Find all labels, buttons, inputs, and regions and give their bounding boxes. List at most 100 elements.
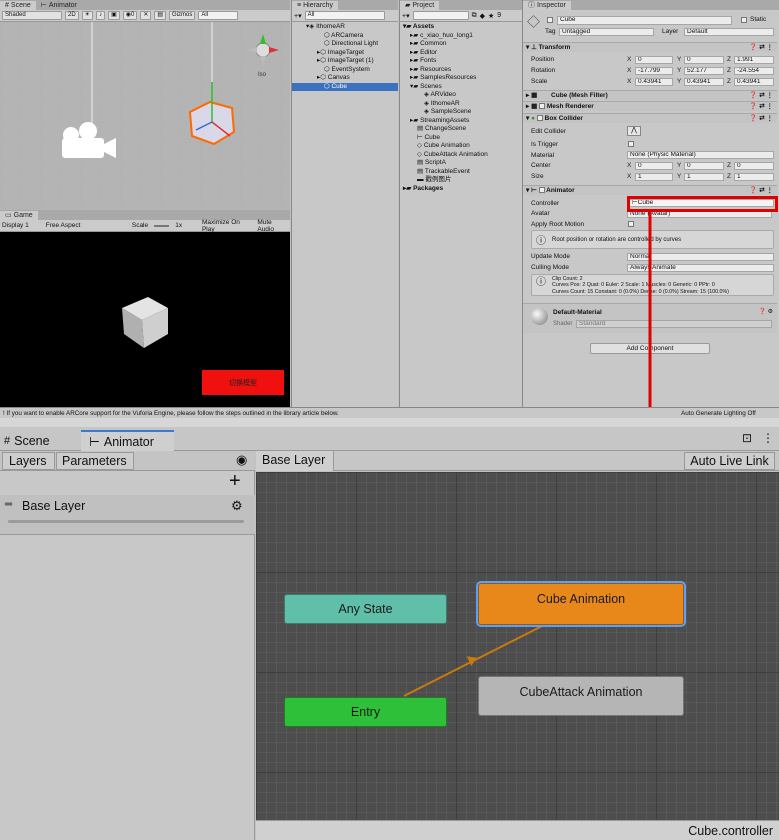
project-asset[interactable]: ▬ 戳例图片 — [400, 176, 522, 185]
cubeattack-animation-node[interactable]: CubeAttack Animation — [478, 676, 684, 716]
scale-z-field[interactable]: 0.43941 — [734, 78, 774, 86]
eye-icon[interactable]: ◉ — [236, 452, 247, 468]
size-z-field[interactable]: 1 — [734, 173, 774, 181]
project-asset[interactable]: ◇ CubeAttack Animation — [400, 151, 522, 160]
project-asset[interactable]: ⊢ Cube — [400, 134, 522, 143]
layers-tab[interactable]: Layers — [2, 452, 55, 470]
component-menu-icons[interactable]: ❓ ⇄ ⋮ — [749, 91, 773, 101]
box-collider-header[interactable]: ▾ ● Box Collider ❓ ⇄ ⋮ — [523, 113, 777, 123]
hierarchy-item[interactable]: ⬡ Directional Light — [292, 40, 398, 49]
controller-field[interactable]: ⊢Cube — [629, 199, 774, 207]
breadcrumb[interactable]: Base Layer — [256, 451, 335, 471]
project-folder[interactable]: ▸▰ SamplesResources — [400, 74, 522, 83]
tab-scene-large[interactable]: # Scene — [4, 432, 50, 449]
box-collider-enabled-checkbox[interactable] — [536, 115, 543, 122]
hierarchy-root[interactable]: ▾◈ IthomeAR — [292, 23, 398, 32]
component-menu-icons[interactable]: ❓ ⇄ ⋮ — [749, 114, 773, 124]
position-x-field[interactable]: 0 — [635, 56, 673, 64]
gizmos-dropdown[interactable]: Gizmos — [169, 11, 196, 20]
center-z-field[interactable]: 0 — [734, 162, 774, 170]
filter-icon[interactable]: ⧉ — [472, 12, 477, 20]
project-folder[interactable]: ▸▰ Editor — [400, 49, 522, 58]
state-machine-graph[interactable]: Any State Entry Cube Animation CubeAttac… — [256, 472, 779, 820]
star-icon[interactable]: ★ — [488, 12, 494, 20]
shading-dropdown[interactable]: Shaded — [2, 11, 62, 20]
layer-dropdown[interactable]: Default — [684, 28, 774, 36]
hierarchy-item[interactable]: ▸⬡ ImageTarget — [292, 49, 398, 58]
shader-dropdown[interactable]: Standard — [576, 320, 772, 328]
rotation-x-field[interactable]: -17.799 — [635, 67, 673, 75]
label-icon[interactable]: ◆ — [480, 12, 485, 20]
material-menu-icons[interactable]: ❓ ⚙ — [758, 308, 773, 315]
audio-icon[interactable]: ♪ — [96, 11, 106, 20]
hierarchy-search-input[interactable]: All — [304, 11, 385, 20]
project-folder[interactable]: ▸▰ Common — [400, 40, 522, 49]
entry-node[interactable]: Entry — [284, 697, 447, 727]
add-icon[interactable]: +▾ — [402, 12, 410, 20]
tab-project[interactable]: ▰ Project — [400, 1, 440, 10]
parameters-tab[interactable]: Parameters — [56, 452, 134, 470]
more-options-icon[interactable]: ⋮ — [762, 431, 774, 445]
animator-component-header[interactable]: ▾ ⊢ Animator ❓ ⇄ ⋮ — [523, 185, 777, 195]
center-x-field[interactable]: 0 — [635, 162, 673, 170]
tab-animator[interactable]: ⊢ Animator — [36, 1, 82, 10]
scene-viewport[interactable]: Iso — [0, 22, 290, 210]
scene-asset[interactable]: ◈ ARVideo — [400, 91, 522, 100]
tab-scene[interactable]: # Scene — [0, 1, 36, 10]
switch-model-button[interactable]: 切换模型 — [202, 370, 284, 395]
is-trigger-checkbox[interactable] — [628, 141, 634, 147]
layer-weight-bar[interactable] — [8, 520, 244, 523]
effects-icon[interactable]: ▣ — [108, 11, 120, 20]
project-asset[interactable]: ▤ ChangeScene — [400, 125, 522, 134]
status-bar[interactable]: ! If you want to enable ARCore support f… — [0, 407, 779, 418]
project-asset[interactable]: ▤ ScriptA — [400, 159, 522, 168]
auto-live-link-toggle[interactable]: Auto Live Link — [684, 452, 775, 470]
project-asset[interactable]: ▤ TrackableEvent — [400, 168, 522, 177]
2d-toggle[interactable]: 2D — [65, 11, 79, 20]
position-z-field[interactable]: 1.991 — [734, 56, 774, 64]
component-menu-icons[interactable]: ❓ ⇄ ⋮ — [749, 43, 773, 53]
aspect-dropdown[interactable]: Free Aspect — [46, 222, 126, 229]
mute-audio-toggle[interactable]: Mute Audio — [257, 219, 288, 233]
scene-search-input[interactable]: All — [198, 11, 239, 20]
project-folder[interactable]: ▸▰ c_xiao_huo_long1 — [400, 32, 522, 41]
edit-collider-button[interactable]: ⋀ — [627, 126, 641, 136]
size-x-field[interactable]: 1 — [635, 173, 673, 181]
rotation-y-field[interactable]: 52.177 — [684, 67, 724, 75]
cube-animation-node[interactable]: Cube Animation — [478, 583, 684, 625]
add-layer-icon[interactable]: + — [229, 471, 241, 491]
scene-asset[interactable]: ◈ IthomeAR — [400, 100, 522, 109]
packages-folder[interactable]: ▸▰ Packages — [400, 185, 522, 194]
display-dropdown[interactable]: Display 1 — [2, 222, 40, 229]
size-y-field[interactable]: 1 — [684, 173, 724, 181]
add-icon[interactable]: +▾ — [294, 12, 302, 20]
project-folder[interactable]: ▸▰ StreamingAssets — [400, 117, 522, 126]
transform-header[interactable]: ▾ ⊥ Transform ❓ ⇄ ⋮ — [523, 42, 777, 52]
rotation-z-field[interactable]: -24.554 — [734, 67, 774, 75]
component-menu-icons[interactable]: ❓ ⇄ ⋮ — [749, 186, 773, 196]
hierarchy-item[interactable]: ▸⬡ ImageTarget (1) — [292, 57, 398, 66]
project-folder[interactable]: ▸▰ Fonts — [400, 57, 522, 66]
component-menu-icons[interactable]: ❓ ⇄ ⋮ — [749, 102, 773, 112]
layer-settings-gear-icon[interactable]: ⚙ — [231, 498, 243, 514]
object-name-field[interactable]: Cube — [557, 16, 732, 25]
scene-asset[interactable]: ◈ SampleScene — [400, 108, 522, 117]
hierarchy-item[interactable]: ⬡ ARCamera — [292, 32, 398, 41]
project-folder[interactable]: ▾▰ Scenes — [400, 83, 522, 92]
center-y-field[interactable]: 0 — [684, 162, 724, 170]
hidden-count[interactable]: ◉0 — [122, 11, 138, 20]
tab-game[interactable]: ▭ Game — [0, 211, 38, 220]
scale-slider[interactable] — [154, 224, 170, 227]
apply-root-motion-checkbox[interactable] — [628, 221, 634, 227]
tab-hierarchy[interactable]: ≡ Hierarchy — [292, 1, 339, 10]
project-folder[interactable]: ▸▰ Resources — [400, 66, 522, 75]
mesh-filter-header[interactable]: ▸ ▦ Cube (Mesh Filter) ❓ ⇄ ⋮ — [523, 90, 777, 100]
active-checkbox[interactable] — [547, 17, 553, 23]
lighting-icon[interactable]: ☀ — [81, 11, 94, 20]
assets-folder[interactable]: ▾▰ Assets — [400, 23, 522, 32]
scale-x-field[interactable]: 0.43941 — [635, 78, 673, 86]
hierarchy-item[interactable]: ▸⬡ Canvas — [292, 74, 398, 83]
hierarchy-item[interactable]: ⬡ EventSystem — [292, 66, 398, 75]
any-state-node[interactable]: Any State — [284, 594, 447, 624]
position-y-field[interactable]: 0 — [684, 56, 724, 64]
